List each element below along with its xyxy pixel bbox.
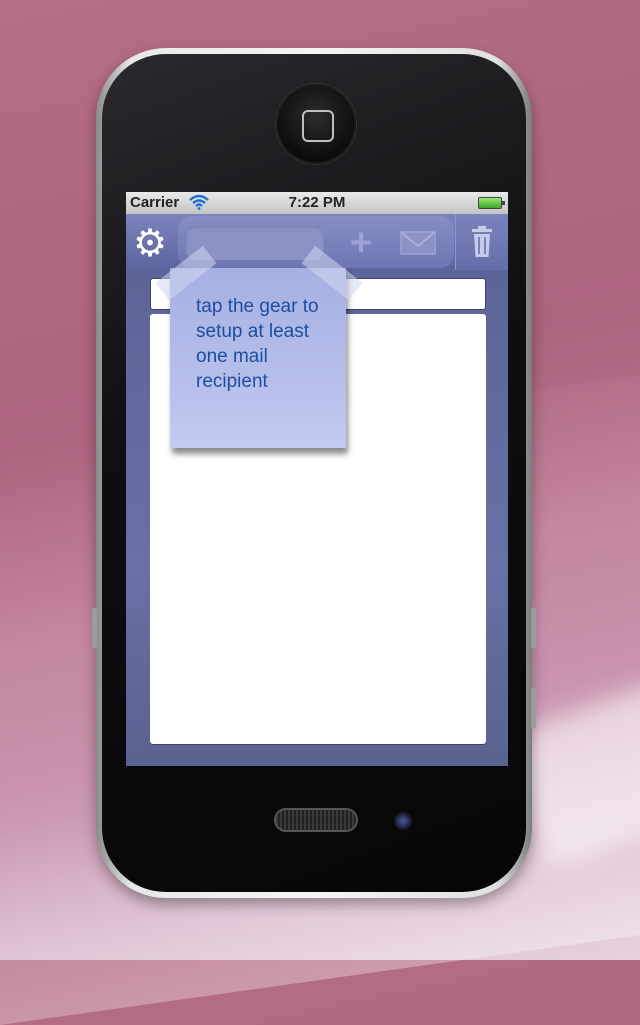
volume-button bbox=[92, 608, 97, 648]
note-text: tap the gear to setup at least one mail … bbox=[196, 296, 319, 392]
envelope-icon[interactable] bbox=[398, 228, 438, 258]
trash-icon[interactable] bbox=[470, 226, 494, 258]
gear-icon[interactable]: ⚙ bbox=[130, 224, 170, 264]
trash-panel bbox=[455, 214, 508, 270]
home-button-square bbox=[302, 110, 334, 142]
status-time: 7:22 PM bbox=[288, 194, 346, 211]
front-camera-lens bbox=[394, 812, 412, 830]
sticky-note: tap the gear to setup at least one mail … bbox=[155, 245, 363, 448]
volume-button bbox=[531, 608, 536, 648]
volume-button bbox=[531, 688, 536, 728]
earpiece-speaker bbox=[276, 810, 356, 830]
app-screen: Carrier 7:22 PM ⚙ + tap the gear to setu… bbox=[126, 192, 508, 766]
home-button[interactable] bbox=[276, 84, 356, 164]
compose-area: tap the gear to setup at least one mail … bbox=[126, 245, 508, 766]
plus-icon[interactable]: + bbox=[340, 222, 382, 264]
battery-icon bbox=[478, 197, 505, 209]
phone-body: Carrier 7:22 PM ⚙ + tap the gear to setu… bbox=[102, 54, 526, 892]
status-bar: Carrier 7:22 PM bbox=[126, 192, 508, 215]
iphone-frame: Carrier 7:22 PM ⚙ + tap the gear to setu… bbox=[92, 48, 536, 898]
